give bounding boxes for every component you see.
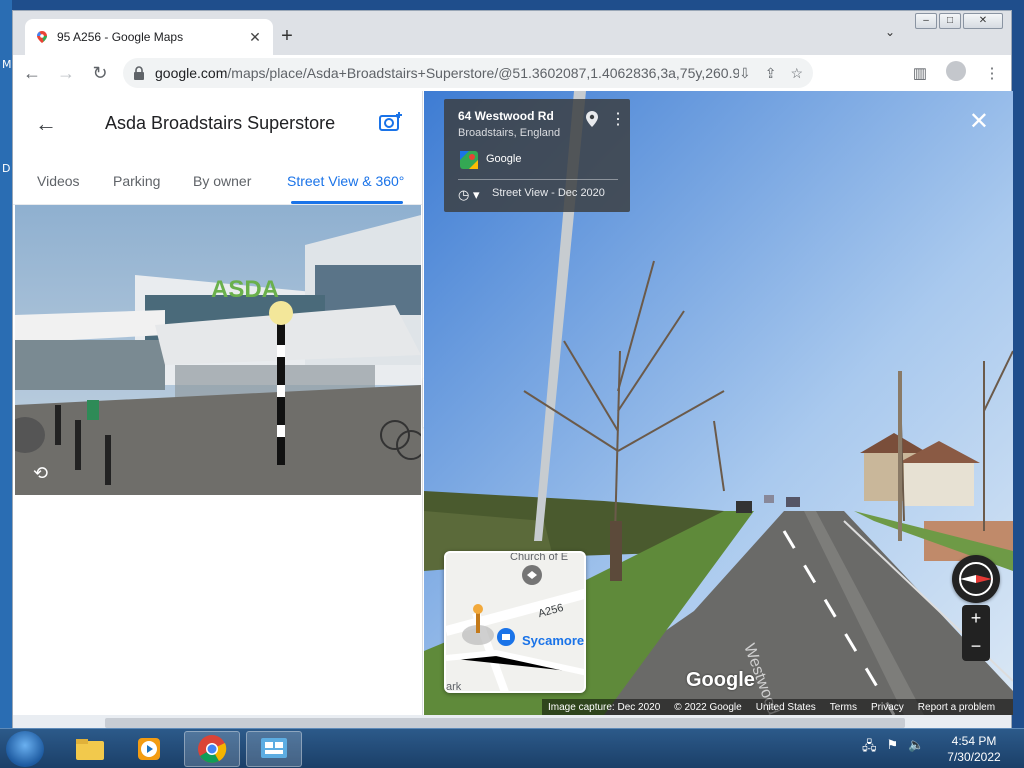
street-view-pane[interactable]: Westwood Rd 64 Westwood Rd Broadstairs, … <box>424 91 1013 715</box>
photo-category-tabs: Videos Parking By owner Street View & 36… <box>13 155 422 205</box>
media-player-icon[interactable] <box>122 731 178 767</box>
system-tray: 🖧 ⚑ 🔈 <box>862 737 924 759</box>
tab-close-icon[interactable]: ✕ <box>247 29 263 46</box>
imagery-source[interactable]: Google <box>486 153 521 165</box>
browser-window: 95 A256 - Google Maps ✕ + ⌄ – □ ✕ ← → ↻ … <box>12 10 1013 731</box>
active-tab-indicator <box>291 201 403 204</box>
place-title: Asda Broadstairs Superstore <box>105 113 336 133</box>
tab-search-chevron-icon[interactable]: ⌄ <box>885 25 895 39</box>
close-window-button[interactable]: ✕ <box>963 13 1003 29</box>
google-watermark: Google <box>686 669 755 691</box>
zoom-control: + − <box>962 605 990 661</box>
file-explorer-icon[interactable] <box>62 731 118 767</box>
more-options-icon[interactable]: ⋮ <box>610 109 626 129</box>
store-photo[interactable]: ASDA ⟲ <box>15 205 421 495</box>
volume-icon[interactable]: 🔈 <box>908 737 924 759</box>
window-controls: – □ ✕ <box>915 13 1003 29</box>
close-street-view-icon[interactable]: ✕ <box>969 107 989 136</box>
minimize-button[interactable]: – <box>915 13 937 29</box>
back-arrow-icon[interactable]: ← <box>17 58 47 88</box>
control-panel-taskbar-icon[interactable] <box>246 731 302 767</box>
address-bar[interactable]: google.com/maps/place/Asda+Broadstairs+S… <box>123 58 813 88</box>
lock-icon <box>134 66 144 80</box>
scrollbar-thumb[interactable] <box>105 718 905 728</box>
map-label-park: ark <box>446 681 462 693</box>
url-text: google.com/maps/place/Asda+Broadstairs+S… <box>155 65 739 81</box>
maps-page: ← Asda Broadstairs Superstore Videos Par… <box>13 91 1013 715</box>
card-divider <box>458 179 618 180</box>
bookmark-star-icon[interactable]: ☆ <box>790 65 803 82</box>
street-address[interactable]: 64 Westwood Rd <box>458 109 554 123</box>
panel-back-arrow-icon[interactable]: ← <box>35 111 57 137</box>
clock-date: 7/30/2022 <box>947 750 1001 764</box>
chrome-taskbar-icon[interactable] <box>184 731 240 767</box>
new-tab-button[interactable]: + <box>275 25 299 49</box>
google-maps-logo-icon <box>460 151 478 169</box>
forward-arrow-icon[interactable]: → <box>51 58 81 88</box>
desktop-icon-label[interactable]: M <box>2 58 12 71</box>
copyright: © 2022 Google <box>674 701 742 713</box>
image-capture-date: Image capture: Dec 2020 <box>548 701 661 713</box>
capture-date-label[interactable]: Street View - Dec 2020 <box>492 187 605 199</box>
taskbar: 🖧 ⚑ 🔈 4:54 PM 7/30/2022 <box>0 728 1024 768</box>
tab-by-owner[interactable]: By owner <box>193 173 251 189</box>
browser-tab[interactable]: 95 A256 - Google Maps ✕ <box>25 19 273 55</box>
360-rotate-icon: ⟲ <box>33 463 49 483</box>
zoom-in-button[interactable]: + <box>962 605 990 633</box>
add-photo-camera-icon[interactable] <box>379 111 403 133</box>
attribution-bar: Image capture: Dec 2020 © 2022 Google Un… <box>542 699 1013 715</box>
map-label-poi[interactable]: Sycamore <box>522 633 584 648</box>
network-icon[interactable]: 🖧 <box>862 737 877 759</box>
history-clock-icon[interactable]: ◷ ▾ <box>458 187 479 203</box>
tab-strip: 95 A256 - Google Maps ✕ + ⌄ – □ ✕ <box>13 11 1011 55</box>
city-label: Broadstairs, England <box>458 127 561 139</box>
region-link[interactable]: United States <box>756 702 816 713</box>
map-label-church: Church of E <box>510 551 569 563</box>
browser-toolbar: ← → ↻ google.com/maps/place/Asda+Broadst… <box>13 55 1011 91</box>
start-button[interactable] <box>6 731 44 767</box>
zoom-out-button[interactable]: − <box>962 633 990 661</box>
mini-map[interactable]: Church of E A256 Sycamore ark <box>444 551 586 693</box>
clock-time: 4:54 PM <box>951 734 997 748</box>
google-maps-icon <box>37 31 47 43</box>
report-problem-link[interactable]: Report a problem <box>918 702 995 713</box>
tab-street-view[interactable]: Street View & 360° <box>287 173 404 189</box>
photo-side-panel: ← Asda Broadstairs Superstore Videos Par… <box>13 91 423 715</box>
desktop-icon-label[interactable]: D <box>2 162 10 175</box>
tab-title: 95 A256 - Google Maps <box>57 30 184 44</box>
side-panel-icon[interactable]: ▥ <box>909 64 931 82</box>
install-icon[interactable]: ⇩ <box>739 65 751 82</box>
location-info-card: 64 Westwood Rd Broadstairs, England ⋮ Go… <box>444 99 630 212</box>
terms-link[interactable]: Terms <box>830 702 857 713</box>
svg-text:ASDA: ASDA <box>211 276 279 303</box>
system-clock[interactable]: 4:54 PM 7/30/2022 <box>934 733 1014 765</box>
profile-avatar[interactable] <box>945 61 967 85</box>
compass-icon[interactable] <box>952 555 1000 603</box>
share-icon[interactable]: ⇪ <box>765 65 777 82</box>
maximize-button[interactable]: □ <box>939 13 961 29</box>
reload-icon[interactable]: ↻ <box>85 58 115 88</box>
location-pin-icon[interactable] <box>586 111 598 127</box>
desktop-background: M D <box>0 0 12 728</box>
action-center-flag-icon[interactable]: ⚑ <box>887 737 899 759</box>
menu-kebab-icon[interactable]: ⋮ <box>981 64 1003 82</box>
privacy-link[interactable]: Privacy <box>871 702 904 713</box>
tab-parking[interactable]: Parking <box>113 173 160 189</box>
tab-videos[interactable]: Videos <box>37 173 80 189</box>
